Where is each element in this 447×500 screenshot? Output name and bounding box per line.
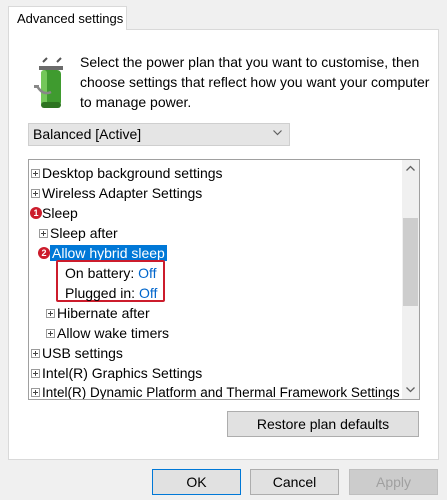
tree-item-intel-dptf[interactable]: Intel(R) Dynamic Platform and Thermal Fr… bbox=[31, 383, 400, 399]
annotation-badge-1: 1 bbox=[30, 207, 42, 220]
expand-plus-icon[interactable] bbox=[31, 188, 40, 198]
setting-on-battery[interactable]: On battery: Off bbox=[65, 263, 157, 283]
tree-item-allow-wake-timers[interactable]: Allow wake timers bbox=[46, 323, 169, 343]
setting-plugged-in[interactable]: Plugged in: Off bbox=[65, 283, 157, 303]
on-battery-value[interactable]: Off bbox=[138, 265, 156, 281]
tree-item-sleep[interactable]: 1 Sleep bbox=[30, 203, 78, 223]
power-plan-select[interactable]: Balanced [Active] bbox=[28, 123, 290, 146]
settings-panel: Select the power plan that you want to c… bbox=[8, 29, 439, 460]
cancel-button[interactable]: Cancel bbox=[250, 469, 339, 495]
hybrid-sleep-label: Allow hybrid sleep bbox=[50, 245, 167, 261]
expand-plus-icon[interactable] bbox=[31, 368, 40, 378]
expand-plus-icon[interactable] bbox=[31, 348, 40, 358]
expand-plus-icon[interactable] bbox=[31, 387, 40, 397]
tree-item-sleep-after[interactable]: Sleep after bbox=[39, 223, 118, 243]
tree-scrollbar[interactable] bbox=[402, 160, 419, 399]
chevron-down-icon bbox=[273, 130, 282, 136]
description-text: Select the power plan that you want to c… bbox=[80, 54, 430, 110]
tree-item-usb-settings[interactable]: USB settings bbox=[31, 343, 123, 363]
tree-item-hibernate-after[interactable]: Hibernate after bbox=[46, 303, 150, 323]
expand-plus-icon[interactable] bbox=[39, 228, 48, 238]
battery-plug-icon bbox=[34, 57, 63, 108]
annotation-badge-2: 2 bbox=[38, 247, 50, 260]
expand-plus-icon[interactable] bbox=[31, 168, 40, 178]
tree-item-desktop-background[interactable]: Desktop background settings bbox=[31, 163, 223, 183]
plugged-in-value[interactable]: Off bbox=[139, 285, 157, 301]
power-plan-select-value: Balanced [Active] bbox=[33, 126, 142, 142]
scroll-thumb[interactable] bbox=[403, 218, 418, 306]
tree-item-intel-graphics[interactable]: Intel(R) Graphics Settings bbox=[31, 363, 202, 383]
tree-item-wireless-adapter[interactable]: Wireless Adapter Settings bbox=[31, 183, 202, 203]
tab-advanced-settings[interactable]: Advanced settings bbox=[8, 6, 127, 30]
scroll-down-arrow-icon[interactable] bbox=[402, 382, 419, 399]
scroll-up-arrow-icon[interactable] bbox=[402, 160, 419, 177]
ok-button[interactable]: OK bbox=[152, 469, 241, 495]
expand-plus-icon[interactable] bbox=[46, 328, 55, 338]
restore-plan-defaults-button[interactable]: Restore plan defaults bbox=[227, 411, 419, 437]
apply-button: Apply bbox=[349, 469, 438, 495]
expand-plus-icon[interactable] bbox=[46, 308, 55, 318]
settings-tree[interactable]: Desktop background settings Wireless Ada… bbox=[28, 159, 420, 400]
